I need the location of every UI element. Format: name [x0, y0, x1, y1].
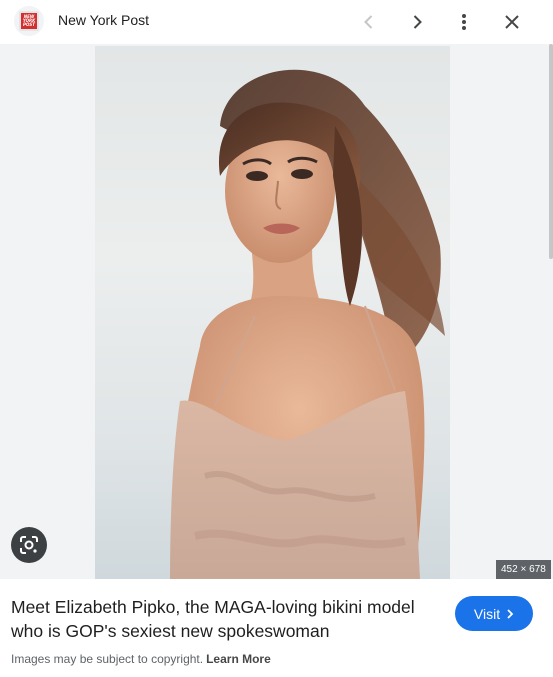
- learn-more-link[interactable]: Learn More: [206, 652, 271, 666]
- next-button[interactable]: [403, 8, 431, 36]
- prev-button[interactable]: [355, 8, 383, 36]
- nypost-logo: NEW YORK POST: [19, 11, 39, 31]
- header: NEW YORK POST New York Post: [0, 0, 553, 44]
- close-icon: [505, 15, 519, 29]
- more-vert-icon: [462, 14, 466, 30]
- close-button[interactable]: [498, 8, 526, 36]
- next-chevron-icon: [413, 15, 422, 29]
- google-lens-icon: [20, 536, 38, 554]
- image-dimensions: 452 × 678: [496, 560, 551, 579]
- image-info-panel: Meet Elizabeth Pipko, the MAGA-loving bi…: [0, 579, 553, 677]
- image-viewer: 452 × 678: [0, 44, 553, 579]
- visit-label: Visit: [473, 605, 501, 622]
- copyright-text: Images may be subject to copyright.: [11, 652, 204, 666]
- result-title[interactable]: Meet Elizabeth Pipko, the MAGA-loving bi…: [11, 595, 441, 643]
- lens-search-button[interactable]: [11, 527, 47, 563]
- portrait-illustration: [170, 69, 445, 579]
- more-options-button[interactable]: [450, 8, 478, 36]
- chevron-right-icon: [507, 608, 514, 619]
- visit-button[interactable]: Visit: [455, 596, 533, 631]
- copyright-notice: Images may be subject to copyright. Learn…: [11, 652, 271, 666]
- site-favicon[interactable]: NEW YORK POST: [14, 6, 44, 36]
- site-name[interactable]: New York Post: [58, 12, 149, 28]
- prev-chevron-icon: [364, 15, 373, 29]
- scrollbar[interactable]: [549, 44, 553, 259]
- preview-image[interactable]: [95, 46, 450, 579]
